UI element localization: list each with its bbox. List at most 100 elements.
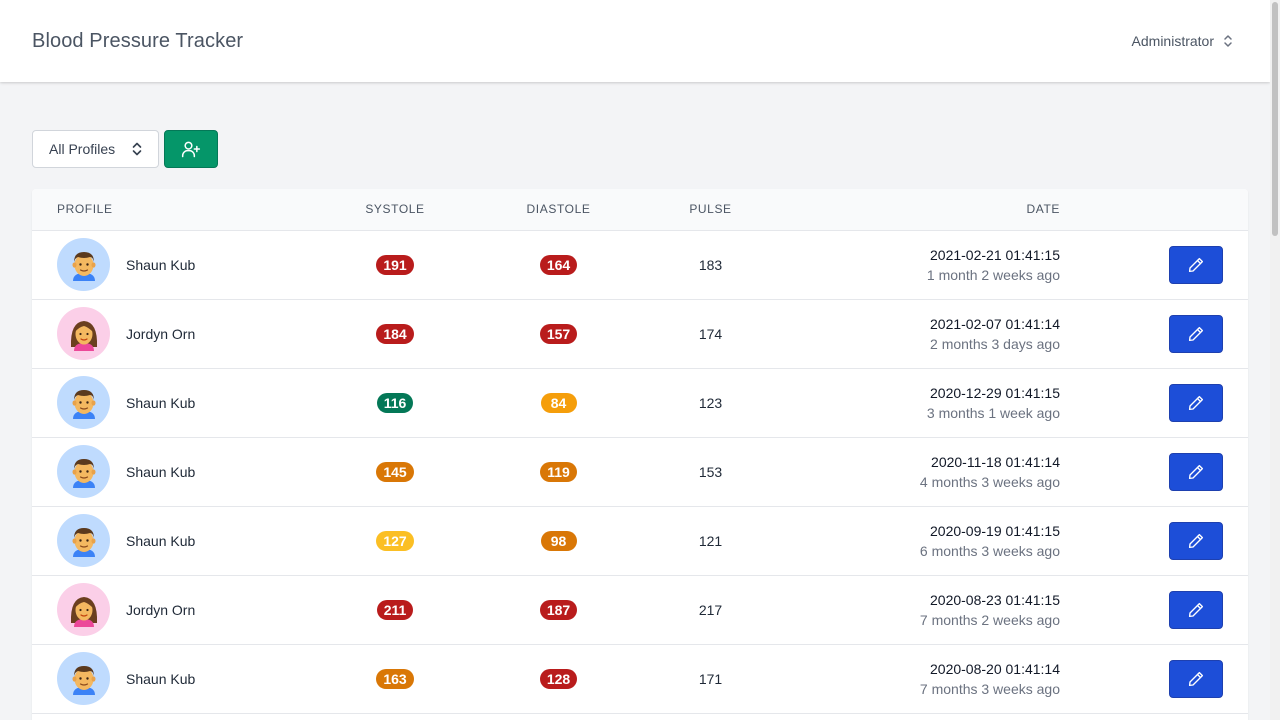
date-cell: 2020-11-18 01:41:14 4 months 3 weeks ago xyxy=(774,437,1060,506)
male-avatar-icon xyxy=(72,389,95,419)
table-row: Jordyn Orn 211 187 217 2020-08-23 01:41:15 7 … xyxy=(32,575,1248,644)
table-row: Shaun Kub 145 119 153 2020-11-18 01:41:14 4 m… xyxy=(32,437,1248,506)
pulse-value: 171 xyxy=(698,670,723,687)
readings-table: Profile Systole Diastole Pulse Date Shau… xyxy=(32,189,1248,714)
table-header-row: Profile Systole Diastole Pulse Date xyxy=(32,189,1248,231)
avatar xyxy=(57,238,110,291)
diastole-badge: 128 xyxy=(539,668,578,689)
edit-reading-button[interactable] xyxy=(1169,452,1223,491)
action-cell xyxy=(1060,506,1248,575)
action-cell xyxy=(1060,644,1248,713)
pulse-value: 217 xyxy=(698,601,723,618)
profile-select[interactable]: All Profiles xyxy=(32,130,159,168)
reading-relative-date: 1 month 2 weeks ago xyxy=(926,266,1060,283)
profile-cell: Shaun Kub xyxy=(32,437,320,506)
column-header-pulse: Pulse xyxy=(647,189,774,231)
profile-name: Shaun Kub xyxy=(126,256,196,273)
systole-badge: 191 xyxy=(376,254,414,275)
table-row: Shaun Kub 163 128 171 2020-08-20 01:41:14 7 m… xyxy=(32,644,1248,713)
reading-date: 2020-12-29 01:41:15 xyxy=(930,384,1060,401)
diastole-badge: 119 xyxy=(540,461,577,482)
profile-select-value: All Profiles xyxy=(49,141,116,157)
male-avatar-icon xyxy=(72,251,95,281)
edit-reading-button[interactable] xyxy=(1169,314,1223,353)
systole-badge: 163 xyxy=(376,668,414,689)
profile-name: Shaun Kub xyxy=(126,463,196,480)
scrollbar-thumb[interactable] xyxy=(1272,2,1278,236)
reading-relative-date: 2 months 3 days ago xyxy=(930,335,1060,352)
pulse-value: 123 xyxy=(698,394,723,411)
reading-date: 2020-08-23 01:41:15 xyxy=(930,591,1060,608)
avatar xyxy=(57,652,110,705)
pencil-icon xyxy=(1188,395,1204,410)
reading-date: 2020-08-20 01:41:14 xyxy=(930,660,1060,677)
diastole-badge: 164 xyxy=(539,254,578,275)
pencil-icon xyxy=(1188,326,1204,341)
diastole-cell: 119 xyxy=(470,437,647,506)
date-cell: 2020-12-29 01:41:15 3 months 1 week ago xyxy=(774,368,1060,437)
action-cell xyxy=(1060,299,1248,368)
pulse-value: 183 xyxy=(698,256,723,273)
profile-cell: Shaun Kub xyxy=(32,506,320,575)
user-menu-label: Administrator xyxy=(1131,33,1214,49)
filter-bar: All Profiles xyxy=(32,130,218,168)
date-cell: 2020-08-20 01:41:14 7 months 3 weeks ago xyxy=(774,644,1060,713)
action-cell xyxy=(1060,575,1248,644)
date-cell: 2021-02-07 01:41:14 2 months 3 days ago xyxy=(774,299,1060,368)
avatar xyxy=(57,583,110,636)
pencil-icon xyxy=(1188,671,1204,686)
edit-reading-button[interactable] xyxy=(1169,521,1223,560)
reading-date: 2021-02-07 01:41:14 xyxy=(930,315,1060,332)
app-title: Blood Pressure Tracker xyxy=(32,29,244,52)
edit-reading-button[interactable] xyxy=(1169,245,1223,284)
female-avatar-icon xyxy=(70,596,97,627)
edit-reading-button[interactable] xyxy=(1169,590,1223,629)
diastole-cell: 128 xyxy=(470,644,647,713)
systole-badge: 145 xyxy=(376,461,414,482)
date-cell: 2020-09-19 01:41:15 6 months 3 weeks ago xyxy=(774,506,1060,575)
reading-relative-date: 6 months 3 weeks ago xyxy=(919,542,1060,559)
table-row: Shaun Kub 116 84 123 2020-12-29 01:41:15 3 mo… xyxy=(32,368,1248,437)
diastole-badge: 187 xyxy=(539,599,578,620)
diastole-cell: 187 xyxy=(470,575,647,644)
page-scrollbar[interactable] xyxy=(1270,0,1280,720)
add-profile-button[interactable] xyxy=(164,130,218,168)
pencil-icon xyxy=(1188,602,1204,617)
systole-badge: 184 xyxy=(376,323,414,344)
reading-relative-date: 7 months 2 weeks ago xyxy=(919,611,1060,628)
pencil-icon xyxy=(1188,533,1204,548)
avatar xyxy=(57,376,110,429)
pulse-value: 121 xyxy=(698,532,723,549)
edit-reading-button[interactable] xyxy=(1169,659,1223,698)
diastole-badge: 157 xyxy=(539,323,578,344)
reading-date: 2021-02-21 01:41:15 xyxy=(930,246,1060,263)
systole-cell: 163 xyxy=(320,644,470,713)
date-cell: 2021-02-21 01:41:15 1 month 2 weeks ago xyxy=(774,230,1060,299)
column-header-systole: Systole xyxy=(320,189,470,231)
diastole-badge: 84 xyxy=(540,392,577,413)
systole-cell: 116 xyxy=(320,368,470,437)
reading-relative-date: 7 months 3 weeks ago xyxy=(919,680,1060,697)
reading-date: 2020-11-18 01:41:14 xyxy=(931,453,1060,470)
user-plus-icon xyxy=(181,141,201,158)
avatar xyxy=(57,514,110,567)
pencil-icon xyxy=(1188,257,1204,272)
male-avatar-icon xyxy=(72,527,95,557)
edit-reading-button[interactable] xyxy=(1169,383,1223,422)
systole-badge: 211 xyxy=(376,599,414,620)
systole-badge: 116 xyxy=(376,392,414,413)
avatar xyxy=(57,445,110,498)
systole-cell: 191 xyxy=(320,230,470,299)
user-menu[interactable]: Administrator xyxy=(1132,33,1238,49)
avatar xyxy=(57,307,110,360)
pulse-value: 174 xyxy=(698,325,723,342)
column-header-actions xyxy=(1060,189,1248,231)
reading-relative-date: 4 months 3 weeks ago xyxy=(919,473,1060,490)
pencil-icon xyxy=(1188,464,1204,479)
female-avatar-icon xyxy=(70,320,97,351)
date-cell: 2020-08-23 01:41:15 7 months 2 weeks ago xyxy=(774,575,1060,644)
diastole-cell: 98 xyxy=(470,506,647,575)
systole-cell: 184 xyxy=(320,299,470,368)
selector-icon xyxy=(1224,35,1232,47)
action-cell xyxy=(1060,437,1248,506)
